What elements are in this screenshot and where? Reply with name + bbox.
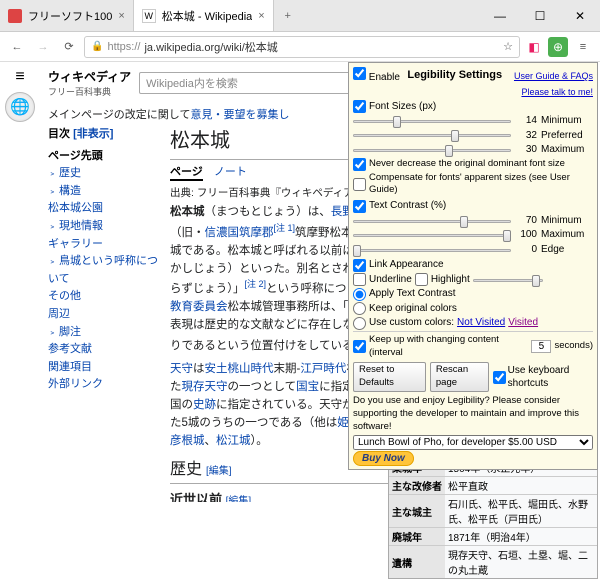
- compensate-checkbox[interactable]: [353, 178, 366, 191]
- tab-talk[interactable]: ノート: [214, 166, 247, 178]
- edit-link[interactable]: [編集]: [226, 496, 252, 502]
- contrast-edge-slider[interactable]: [353, 244, 511, 256]
- underline-checkbox[interactable]: [353, 273, 366, 286]
- favicon: W: [142, 9, 156, 23]
- url-input[interactable]: 🔒 https:// ja.wikipedia.org/wiki/松本城 ☆: [84, 36, 520, 58]
- edit-link[interactable]: [編集]: [206, 466, 232, 477]
- panel-title: Legibility Settings: [407, 68, 502, 83]
- infobox-row: 廃城年1871年（明治4年）: [389, 528, 597, 546]
- toc-item[interactable]: その他: [48, 288, 158, 306]
- toc-item[interactable]: ギャラリー: [48, 236, 158, 254]
- buy-now-button[interactable]: Buy Now: [353, 451, 414, 466]
- address-bar: ← → ⟳ 🔒 https:// ja.wikipedia.org/wiki/松本…: [0, 32, 600, 62]
- window-controls: ― ☐ ✕: [480, 0, 600, 31]
- tab-active[interactable]: W 松本城 - Wikipedia ×: [134, 0, 274, 31]
- wiki-left-rail: ≡ 🌐: [0, 62, 40, 502]
- wikipedia-logo[interactable]: 🌐: [5, 92, 35, 122]
- user-guide-link[interactable]: User Guide & FAQs: [514, 71, 593, 81]
- toc-item[interactable]: 松本城公園: [48, 200, 158, 218]
- notice-link[interactable]: 意見・要望を募集し: [190, 109, 289, 121]
- donate-section: Do you use and enjoy Legibility? Please …: [353, 395, 593, 466]
- infobox-row: 遺構現存天守、石垣、土塁、堀、二の丸土蔵: [389, 546, 597, 579]
- toc-item[interactable]: ﹥構造: [48, 183, 158, 201]
- section-label: Font Sizes (px): [369, 100, 436, 114]
- toc-item[interactable]: ﹥脚注: [48, 324, 158, 342]
- brand-title: ウィキペディア: [48, 68, 131, 85]
- favicon: [8, 9, 22, 23]
- rescan-button[interactable]: Rescan page: [430, 362, 489, 392]
- contrast-min-slider[interactable]: [353, 215, 511, 227]
- infobox-row: 主な改修者松平直政: [389, 477, 597, 495]
- section-label: Text Contrast (%): [369, 199, 446, 213]
- toc-title: 目次 [非表示]: [48, 126, 158, 144]
- toc-item[interactable]: ﹥鳥城という呼称につ: [48, 253, 158, 271]
- forward-icon[interactable]: →: [32, 36, 54, 58]
- toc-item[interactable]: 関連項目: [48, 359, 158, 377]
- url-scheme: https://: [107, 41, 140, 53]
- lock-icon: 🔒: [91, 41, 103, 52]
- text-contrast-checkbox[interactable]: [353, 200, 366, 213]
- toc-item[interactable]: いて: [48, 271, 158, 289]
- section-label: Link Appearance: [369, 258, 444, 272]
- not-visited-link[interactable]: Not Visited: [457, 316, 505, 330]
- star-icon[interactable]: ☆: [503, 40, 513, 53]
- toc-item[interactable]: 周辺: [48, 306, 158, 324]
- pref-font-slider[interactable]: [353, 129, 511, 141]
- minimize-button[interactable]: ―: [480, 0, 520, 31]
- link-appearance-checkbox[interactable]: [353, 259, 366, 272]
- notice-text: メインページの改定に関して: [48, 109, 190, 121]
- keyboard-shortcuts-checkbox[interactable]: [493, 371, 506, 384]
- tab-inactive[interactable]: フリーソフト100 ×: [0, 0, 134, 31]
- keepup-checkbox[interactable]: [353, 340, 366, 353]
- brand-subtitle: フリー百科事典: [48, 85, 131, 98]
- interval-input[interactable]: [531, 340, 551, 353]
- hamburger-icon[interactable]: ≡: [15, 68, 24, 86]
- back-icon[interactable]: ←: [6, 36, 28, 58]
- toc-item[interactable]: ﹥現地情報: [48, 218, 158, 236]
- extension-icon[interactable]: ◧: [524, 37, 544, 57]
- infobox-row: 主な城主石川氏、松平氏、堀田氏、水野氏、松平氏（戸田氏）: [389, 495, 597, 528]
- contrast-max-slider[interactable]: [353, 229, 511, 241]
- toc: 目次 [非表示] ページ先頭﹥歴史﹥構造松本城公園﹥現地情報ギャラリー﹥鳥城とい…: [48, 126, 158, 502]
- new-tab-button[interactable]: +: [274, 0, 302, 31]
- talk-link[interactable]: Please talk to me!: [521, 87, 593, 97]
- url-text: ja.wikipedia.org/wiki/松本城: [144, 39, 277, 55]
- highlight-checkbox[interactable]: [415, 273, 428, 286]
- never-decrease-checkbox[interactable]: [353, 158, 366, 171]
- enable-checkbox[interactable]: Enable: [353, 67, 400, 85]
- wiki-brand: ウィキペディア フリー百科事典: [48, 68, 131, 98]
- link-slider[interactable]: [473, 274, 543, 286]
- toc-item[interactable]: ﹥歴史: [48, 165, 158, 183]
- toc-item[interactable]: 参考文献: [48, 341, 158, 359]
- reload-icon[interactable]: ⟳: [58, 36, 80, 58]
- font-sizes-checkbox[interactable]: [353, 100, 366, 113]
- apply-contrast-radio[interactable]: [353, 288, 366, 301]
- max-font-slider[interactable]: [353, 144, 511, 156]
- toc-item[interactable]: 外部リンク: [48, 376, 158, 394]
- tab-title: 松本城 - Wikipedia: [162, 8, 252, 24]
- maximize-button[interactable]: ☐: [520, 0, 560, 31]
- close-button[interactable]: ✕: [560, 0, 600, 31]
- toc-item[interactable]: ページ先頭: [48, 148, 158, 166]
- legibility-panel: Enable Legibility Settings User Guide & …: [348, 62, 598, 470]
- visited-link[interactable]: Visited: [508, 316, 538, 330]
- donate-text: Do you use and enjoy Legibility? Please …: [353, 395, 593, 433]
- tab-page[interactable]: ページ: [170, 166, 203, 181]
- min-font-slider[interactable]: [353, 115, 511, 127]
- menu-icon[interactable]: ≡: [572, 36, 594, 58]
- browser-titlebar: フリーソフト100 × W 松本城 - Wikipedia × + ― ☐ ✕: [0, 0, 600, 32]
- keep-original-radio[interactable]: [353, 302, 366, 315]
- legibility-extension-icon[interactable]: ⊕: [548, 37, 568, 57]
- close-icon[interactable]: ×: [258, 10, 264, 22]
- donate-select[interactable]: Lunch Bowl of Pho, for developer $5.00 U…: [353, 435, 593, 450]
- toc-hide[interactable]: [非表示]: [73, 128, 113, 140]
- close-icon[interactable]: ×: [118, 10, 124, 22]
- custom-colors-radio[interactable]: [353, 317, 366, 330]
- tab-title: フリーソフト100: [28, 8, 112, 24]
- reset-defaults-button[interactable]: Reset to Defaults: [353, 362, 426, 392]
- search-placeholder: Wikipedia内を検索: [146, 75, 238, 91]
